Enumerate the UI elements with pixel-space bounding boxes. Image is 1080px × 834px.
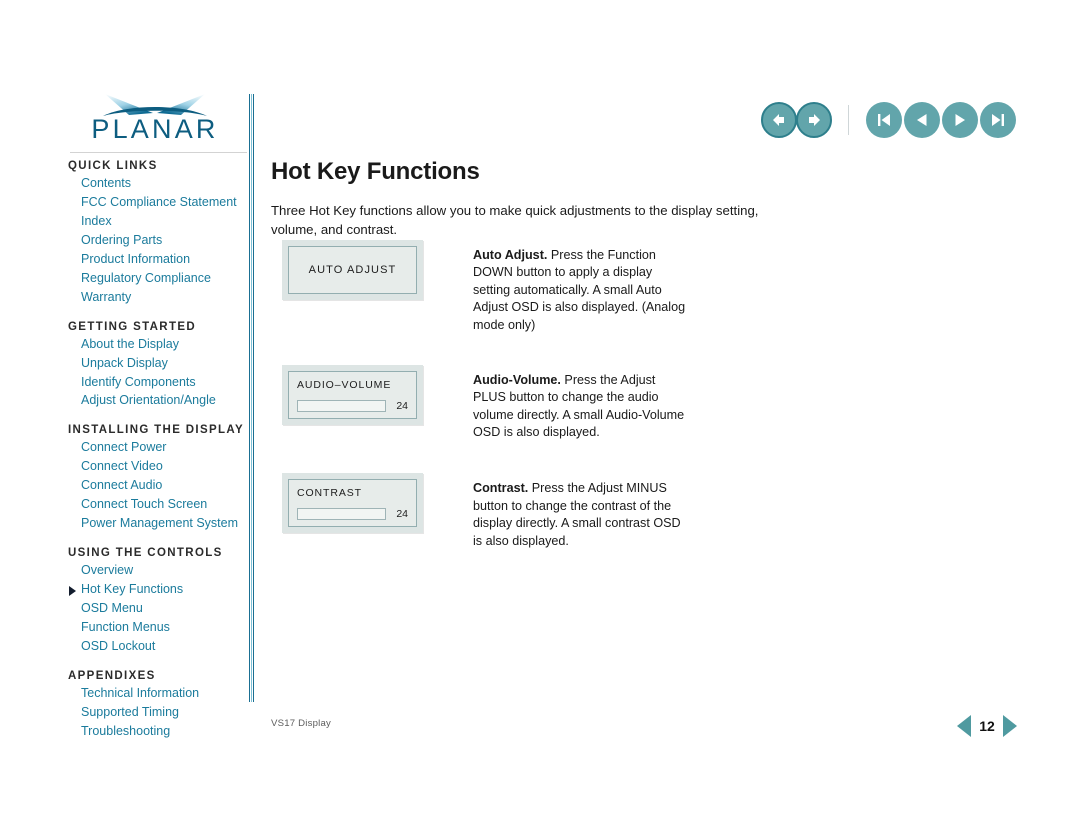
arrow-left-icon (773, 114, 784, 126)
next-page-button[interactable] (942, 102, 978, 138)
page-pager: 12 (957, 715, 1017, 737)
page-title: Hot Key Functions (271, 158, 480, 185)
sidebar-item-osd-lockout[interactable]: OSD Lockout (68, 637, 248, 656)
previous-page-button[interactable] (904, 102, 940, 138)
sidebar-item-adjust-orientation-angle[interactable]: Adjust Orientation/Angle (68, 391, 248, 410)
active-item-marker-icon (69, 585, 76, 596)
document-page: PLANAR QUICK LINKS Contents FCC Complian… (0, 0, 1080, 834)
osd-label: AUTO ADJUST (308, 264, 397, 276)
sidebar-section-header: USING THE CONTROLS (68, 547, 223, 559)
sidebar-item-about-the-display[interactable]: About the Display (68, 335, 248, 354)
first-page-button[interactable] (866, 102, 902, 138)
feature-term: Auto Adjust. (473, 248, 548, 262)
osd-bar-line: 24 (297, 508, 408, 521)
osd-label: AUDIO–VOLUME (297, 378, 392, 391)
sidebar-section-header: INSTALLING THE DISPLAY (68, 424, 245, 437)
sidebar-item-hot-key-functions[interactable]: Hot Key Functions (68, 580, 248, 599)
osd-auto-adjust-image: AUTO ADJUST (282, 240, 423, 300)
arrow-right-icon (809, 114, 820, 126)
feature-description: Auto Adjust. Press the Function DOWN but… (473, 240, 688, 334)
osd-contrast-image: CONTRAST 24 (282, 473, 423, 534)
feature-term: Audio-Volume. (473, 372, 561, 387)
history-nav-group (761, 102, 832, 138)
planar-logo: PLANAR (75, 92, 235, 154)
sidebar-item-ordering-parts[interactable]: Ordering Parts (68, 231, 248, 250)
page-number: 12 (979, 718, 995, 734)
sidebar-item-label: Hot Key Functions (81, 582, 184, 597)
triangle-right-icon (955, 114, 965, 126)
sidebar-section-header: QUICK LINKS (68, 160, 158, 172)
top-navigation-bar (761, 101, 1018, 139)
feature-row: AUDIO–VOLUME 24 Audio-Volume. Press the … (271, 364, 1031, 442)
sidebar-section-header: APPENDIXES (68, 669, 156, 682)
previous-page-arrow-icon[interactable] (957, 715, 971, 737)
sidebar-item-troubleshooting[interactable]: Troubleshooting (68, 722, 248, 741)
sidebar-item-connect-touch-screen[interactable]: Connect Touch Screen (68, 495, 248, 514)
osd-image-wrapper: CONTRAST 24 (271, 473, 431, 534)
sidebar-item-overview[interactable]: Overview (68, 561, 248, 580)
osd-bar-line: 24 (297, 399, 408, 412)
page-nav-group (866, 102, 1018, 138)
sidebar-item-index[interactable]: Index (68, 212, 248, 231)
sidebar-item-fcc-compliance-statement[interactable]: FCC Compliance Statement (68, 193, 248, 212)
sidebar-top-rule (70, 152, 247, 153)
nav-separator (848, 105, 849, 135)
sidebar-item-supported-timing[interactable]: Supported Timing (68, 703, 248, 722)
skip-to-end-icon (992, 114, 1004, 126)
document-label: VS17 Display (271, 718, 331, 729)
skip-to-start-icon (878, 114, 890, 126)
sidebar-item-connect-power[interactable]: Connect Power (68, 438, 248, 457)
vertical-divider (249, 94, 255, 702)
sidebar-item-unpack-display[interactable]: Unpack Display (68, 354, 248, 373)
main-content: Hot Key Functions Three Hot Key function… (271, 158, 1031, 239)
feature-description: Contrast. Press the Adjust MINUS button … (473, 473, 688, 550)
sidebar-item-connect-video[interactable]: Connect Video (68, 457, 248, 476)
sidebar-item-osd-menu[interactable]: OSD Menu (68, 599, 248, 618)
feature-description: Audio-Volume. Press the Adjust PLUS butt… (473, 365, 688, 442)
sidebar-navigation: QUICK LINKS Contents FCC Compliance Stat… (68, 160, 248, 741)
triangle-left-icon (917, 114, 927, 126)
sidebar-item-technical-information[interactable]: Technical Information (68, 684, 248, 703)
forward-button[interactable] (796, 102, 832, 138)
planar-wordmark: PLANAR (91, 114, 219, 144)
sidebar-item-warranty[interactable]: Warranty (68, 288, 248, 307)
feature-term: Contrast. (473, 481, 529, 496)
feature-row: CONTRAST 24 Contrast. Press the Adjust M… (271, 473, 1031, 550)
intro-paragraph: Three Hot Key functions allow you to mak… (271, 203, 759, 237)
osd-image-wrapper: AUDIO–VOLUME 24 (271, 364, 431, 425)
feature-row: AUTO ADJUST Auto Adjust. Press the Funct… (271, 240, 1031, 334)
feature-list: AUTO ADJUST Auto Adjust. Press the Funct… (271, 240, 1031, 550)
osd-image-wrapper: AUTO ADJUST (271, 240, 431, 300)
sidebar-item-function-menus[interactable]: Function Menus (68, 618, 248, 637)
sidebar-item-identify-components[interactable]: Identify Components (68, 372, 248, 391)
sidebar-item-power-management-system[interactable]: Power Management System (68, 514, 248, 533)
osd-value: 24 (396, 399, 408, 412)
osd-progress-track (297, 399, 386, 412)
osd-audio-volume-image: AUDIO–VOLUME 24 (282, 364, 423, 425)
osd-value: 24 (396, 508, 408, 521)
sidebar-item-contents[interactable]: Contents (68, 174, 248, 193)
sidebar-section-header: GETTING STARTED (68, 320, 197, 333)
last-page-button[interactable] (980, 102, 1016, 138)
osd-progress-track (297, 508, 386, 521)
osd-label: CONTRAST (297, 487, 362, 500)
next-page-arrow-icon[interactable] (1003, 715, 1017, 737)
back-button[interactable] (761, 102, 797, 138)
sidebar-item-connect-audio[interactable]: Connect Audio (68, 476, 248, 495)
sidebar-item-product-information[interactable]: Product Information (68, 250, 248, 269)
sidebar-item-regulatory-compliance[interactable]: Regulatory Compliance (68, 269, 248, 288)
